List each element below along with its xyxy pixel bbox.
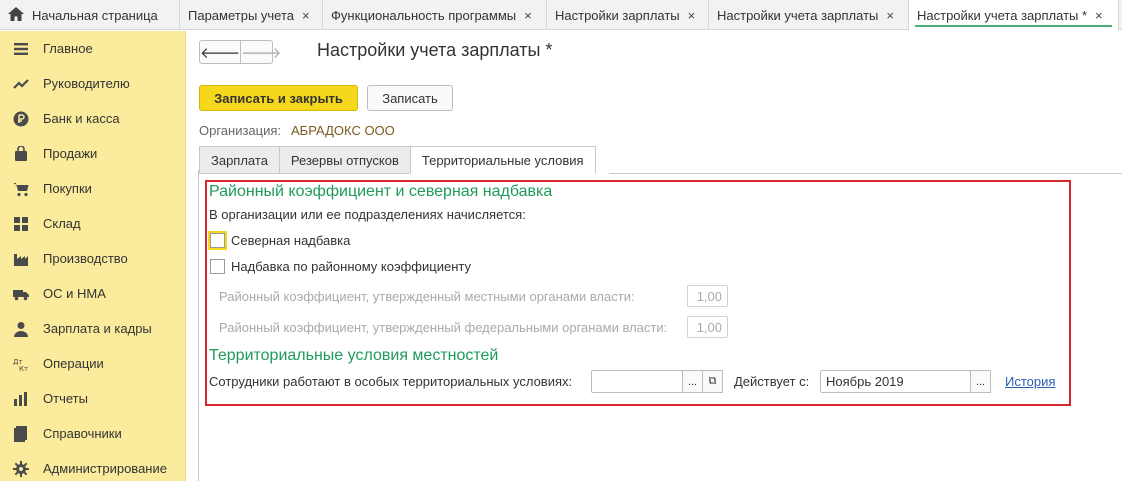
save-button[interactable]: Записать [367, 85, 453, 111]
close-icon[interactable]: × [524, 8, 532, 23]
north-bonus-label[interactable]: Северная надбавка [231, 233, 350, 248]
sidebar-item-salary-hr[interactable]: Зарплата и кадры [0, 311, 185, 346]
organization-label: Организация: [199, 123, 282, 138]
regional-bonus-label[interactable]: Надбавка по районному коэффициенту [231, 259, 471, 274]
section-subtitle: В организации или ее подразделениях начи… [209, 207, 526, 222]
federal-coefficient-label: Районный коэффициент, утвержденный федер… [219, 320, 668, 335]
sidebar-item-main[interactable]: Главное [0, 31, 185, 66]
svg-text:Кт: Кт [19, 365, 28, 372]
tab-salary-accounting-settings[interactable]: Настройки учета зарплаты × [709, 0, 909, 30]
tab-salary[interactable]: Зарплата [199, 146, 279, 174]
close-icon[interactable]: × [302, 8, 310, 23]
sidebar-item-label: Продажи [43, 146, 98, 161]
sidebar-item-warehouse[interactable]: Склад [0, 206, 185, 241]
sidebar-item-fixed-assets[interactable]: ОС и НМА [0, 276, 185, 311]
sidebar-item-administration[interactable]: Администрирование [0, 451, 185, 481]
sidebar-item-production[interactable]: Производство [0, 241, 185, 276]
federal-coefficient-input[interactable]: 1,00 [687, 316, 728, 338]
form-tabs: Зарплата Резервы отпусков Территориальны… [199, 146, 596, 174]
local-coefficient-label: Районный коэффициент, утвержденный местн… [219, 289, 635, 304]
select-period-button[interactable]: ... [970, 370, 991, 393]
valid-from-label: Действует с: [734, 374, 810, 389]
section-title-territorial-conditions: Территориальные условия местностей [209, 347, 499, 364]
nav-buttons: 🡐 🡒 [199, 40, 281, 64]
sidebar-item-label: Зарплата и кадры [43, 321, 152, 336]
sidebar-item-label: Производство [43, 251, 128, 266]
sidebar-item-label: Операции [43, 356, 104, 371]
truck-icon [12, 285, 29, 302]
person-icon [12, 320, 29, 337]
tab-vacation-reserves[interactable]: Резервы отпусков [278, 146, 410, 174]
tab-home[interactable]: Начальная страница [0, 0, 180, 30]
tab-bar: Начальная страница Параметры учета × Фун… [0, 0, 1122, 30]
sidebar-item-operations[interactable]: Дт Кт Операции [0, 346, 185, 381]
sidebar-item-director[interactable]: Руководителю [0, 66, 185, 101]
sidebar-item-label: Главное [43, 41, 93, 56]
tab-program-functionality[interactable]: Функциональность программы × [323, 0, 547, 30]
menu-icon [12, 40, 29, 57]
tab-label: Настройки учета зарплаты * [917, 7, 1088, 23]
book-icon [12, 425, 29, 442]
close-icon[interactable]: × [688, 8, 696, 23]
sidebar: Главное Руководителю Банк и касса Продаж… [0, 31, 186, 481]
sidebar-item-label: Администрирование [43, 461, 167, 476]
trend-icon [12, 75, 29, 92]
north-bonus-checkbox[interactable] [210, 233, 225, 248]
tab-territorial-conditions[interactable]: Территориальные условия [409, 146, 596, 174]
history-link[interactable]: История [1005, 374, 1055, 389]
tab-salary-settings[interactable]: Настройки зарплаты × [547, 0, 709, 30]
warehouse-icon [12, 215, 29, 232]
organization-value[interactable]: АБРАДОКС ООО [291, 123, 395, 138]
dt-kt-icon: Дт Кт [12, 355, 29, 372]
tab-divider [609, 173, 1122, 174]
bag-icon [12, 145, 29, 162]
sidebar-item-label: Банк и касса [43, 111, 120, 126]
ruble-icon [12, 110, 29, 127]
tab-salary-accounting-settings-active[interactable]: Настройки учета зарплаты * × [909, 0, 1119, 30]
close-icon[interactable]: × [1095, 8, 1103, 23]
sidebar-item-label: Руководителю [43, 76, 130, 91]
gear-icon [12, 460, 29, 477]
sidebar-item-sales[interactable]: Продажи [0, 136, 185, 171]
sidebar-item-label: Склад [43, 216, 81, 231]
save-and-close-button[interactable]: Записать и закрыть [199, 85, 358, 111]
tab-label: Настройки зарплаты [555, 7, 680, 23]
sidebar-item-directories[interactable]: Справочники [0, 416, 185, 451]
sidebar-item-label: Справочники [43, 426, 122, 441]
main-content: 🡐 🡒 Настройки учета зарплаты * Записать … [199, 31, 1122, 481]
sidebar-item-label: Покупки [43, 181, 92, 196]
tab-label: Параметры учета [188, 7, 295, 23]
valid-from-input[interactable]: Ноябрь 2019 [820, 370, 971, 393]
select-conditions-button[interactable]: ... [682, 370, 703, 393]
employees-conditions-label: Сотрудники работают в особых территориал… [209, 374, 573, 389]
sidebar-item-label: ОС и НМА [43, 286, 106, 301]
back-button[interactable]: 🡐 [200, 41, 242, 63]
tab-label: Функциональность программы [331, 7, 517, 23]
sidebar-item-label: Отчеты [43, 391, 88, 406]
bar-chart-icon [12, 390, 29, 407]
tab-accounting-params[interactable]: Параметры учета × [180, 0, 323, 30]
page-title: Настройки учета зарплаты * [317, 40, 553, 60]
section-title-regional-coefficient: Районный коэффициент и северная надбавка [209, 183, 553, 200]
sidebar-item-reports[interactable]: Отчеты [0, 381, 185, 416]
open-icon[interactable]: ⧉ [702, 370, 723, 393]
tab-home-label: Начальная страница [32, 7, 158, 23]
home-icon [8, 6, 24, 24]
territorial-conditions-input[interactable] [591, 370, 683, 393]
local-coefficient-input[interactable]: 1,00 [687, 285, 728, 307]
cart-icon [12, 180, 29, 197]
sidebar-item-bank[interactable]: Банк и касса [0, 101, 185, 136]
regional-bonus-checkbox[interactable] [210, 259, 225, 274]
factory-icon [12, 250, 29, 267]
close-icon[interactable]: × [886, 8, 894, 23]
forward-button[interactable]: 🡒 [241, 41, 281, 63]
tab-label: Настройки учета зарплаты [717, 7, 879, 23]
sidebar-item-purchases[interactable]: Покупки [0, 171, 185, 206]
